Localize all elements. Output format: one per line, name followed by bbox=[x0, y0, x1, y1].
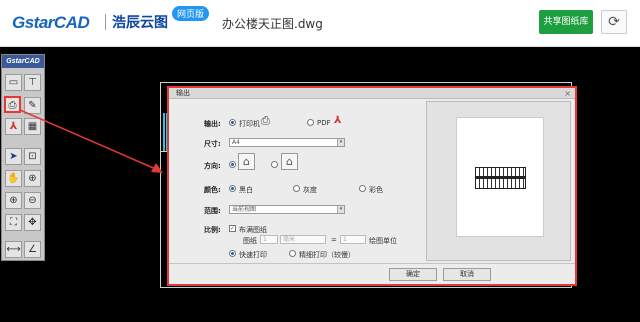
file-title: 办公楼天正图.dwg bbox=[222, 17, 323, 31]
refresh-button[interactable]: ⟳ bbox=[601, 10, 627, 34]
color-gray-radio[interactable] bbox=[293, 185, 300, 192]
measure-icon[interactable]: ⊤ bbox=[24, 74, 41, 91]
dialog-title-bar: 输出 × bbox=[169, 88, 575, 99]
fit-icon[interactable]: ⛶ bbox=[5, 214, 22, 231]
close-icon[interactable]: × bbox=[564, 88, 571, 99]
fine-print-text: 精细打印（较慢） bbox=[299, 251, 355, 259]
zoom-in-icon[interactable]: ⊕ bbox=[5, 192, 22, 209]
paper-unit: 毫米 bbox=[283, 236, 296, 243]
color-bw-text: 黑白 bbox=[239, 186, 253, 194]
open-icon[interactable]: ▭ bbox=[5, 74, 22, 91]
pan-hand-icon[interactable]: ✋ bbox=[5, 170, 22, 187]
dialog-divider bbox=[169, 263, 575, 264]
output-label: 输出: bbox=[204, 120, 221, 128]
web-version-badge: 网页版 bbox=[172, 6, 210, 21]
drawing-value-input[interactable]: 1 bbox=[340, 235, 366, 244]
portrait-radio[interactable] bbox=[229, 161, 236, 168]
tool-panel: GstarCAD ▭ ⊤ ⎙ ✎ ⅄ ▦ ➤ ⊡ ✋ ⊕ ⊕ ⊖ ⛶ ✥ ⟷ ∠ bbox=[1, 54, 45, 261]
fit-paper-checkbox[interactable]: ✓ bbox=[229, 225, 236, 232]
pdf-icon[interactable]: ⅄ bbox=[5, 118, 22, 135]
cancel-button[interactable]: 取消 bbox=[443, 268, 491, 281]
color-color-text: 彩色 bbox=[369, 186, 383, 194]
output-dialog: 输出 × 输出: 打印机 ⎙ PDF ⅄ 尺寸: A4 ▾ 方向: ⌂ ⌂ 颜色… bbox=[167, 86, 577, 286]
landscape-icon: ⌂ bbox=[281, 153, 298, 170]
chevron-down-icon: ▾ bbox=[337, 206, 344, 213]
pdf-file-icon: ⅄ bbox=[334, 115, 342, 126]
drawing-unit-text: 绘图单位 bbox=[369, 237, 397, 245]
output-pdf-text: PDF bbox=[317, 119, 331, 127]
top-bar: GstarCAD 浩辰云图 网页版 办公楼天正图.dwg 共享图纸库 ⟳ bbox=[0, 0, 640, 47]
preview-drawing-band bbox=[476, 176, 525, 179]
paper-unit-select[interactable]: 毫米 bbox=[280, 235, 326, 244]
zoom-window-icon[interactable]: ⊡ bbox=[24, 148, 41, 165]
dimension-icon[interactable]: ⟷ bbox=[5, 241, 22, 258]
color-label: 颜色: bbox=[204, 186, 221, 194]
output-printer-radio[interactable] bbox=[229, 119, 236, 126]
equals-sign: = bbox=[331, 236, 337, 244]
color-color-radio[interactable] bbox=[359, 185, 366, 192]
zoom-extents-icon[interactable]: ⊕ bbox=[24, 170, 41, 187]
edit-icon[interactable]: ✎ bbox=[24, 97, 41, 114]
paper-size-select[interactable]: A4 ▾ bbox=[229, 138, 345, 147]
refresh-icon: ⟳ bbox=[608, 14, 620, 30]
color-gray-text: 灰度 bbox=[303, 186, 317, 194]
dialog-title: 输出 bbox=[176, 89, 190, 97]
full-screen-icon[interactable]: ✥ bbox=[24, 214, 41, 231]
landscape-radio[interactable] bbox=[271, 161, 278, 168]
gstarcad-logo: GstarCAD bbox=[12, 13, 90, 32]
cad-drawing-line bbox=[163, 113, 165, 151]
color-bw-radio[interactable] bbox=[229, 185, 236, 192]
range-label: 范围: bbox=[204, 207, 221, 215]
ok-button[interactable]: 确定 bbox=[389, 268, 437, 281]
image-icon[interactable]: ▦ bbox=[24, 118, 41, 135]
printer-icon: ⎙ bbox=[261, 114, 270, 127]
preview-paper bbox=[456, 117, 544, 237]
output-printer-text: 打印机 bbox=[239, 120, 260, 128]
direction-label: 方向: bbox=[204, 162, 221, 170]
paper-value-input[interactable]: 1 bbox=[260, 235, 278, 244]
output-pdf-radio[interactable] bbox=[307, 119, 314, 126]
preview-drawing bbox=[475, 167, 526, 189]
range-value: 当前视图 bbox=[232, 206, 257, 213]
share-library-button[interactable]: 共享图纸库 bbox=[539, 10, 593, 34]
paper-label: 图纸 bbox=[243, 237, 257, 245]
print-icon[interactable]: ⎙ bbox=[4, 96, 21, 113]
paper-size-value: A4 bbox=[232, 139, 240, 146]
angle-icon[interactable]: ∠ bbox=[24, 241, 41, 258]
drawing-value: 1 bbox=[343, 236, 347, 243]
fit-paper-text: 布满图纸 bbox=[239, 226, 267, 234]
logo-divider bbox=[105, 14, 106, 30]
portrait-icon: ⌂ bbox=[238, 153, 255, 170]
range-select[interactable]: 当前视图 ▾ bbox=[229, 205, 345, 214]
fast-print-text: 快速打印 bbox=[239, 251, 267, 259]
chevron-down-icon: ▾ bbox=[337, 139, 344, 146]
scale-label: 比例: bbox=[204, 226, 221, 234]
brand-name: 浩辰云图 bbox=[112, 15, 168, 31]
zoom-out-icon[interactable]: ⊖ bbox=[24, 192, 41, 209]
paper-value: 1 bbox=[263, 236, 267, 243]
fast-print-radio[interactable] bbox=[229, 250, 236, 257]
select-cursor-icon[interactable]: ➤ bbox=[5, 148, 22, 165]
fine-print-radio[interactable] bbox=[289, 250, 296, 257]
size-label: 尺寸: bbox=[204, 140, 221, 148]
tool-panel-title: GstarCAD bbox=[2, 55, 44, 68]
